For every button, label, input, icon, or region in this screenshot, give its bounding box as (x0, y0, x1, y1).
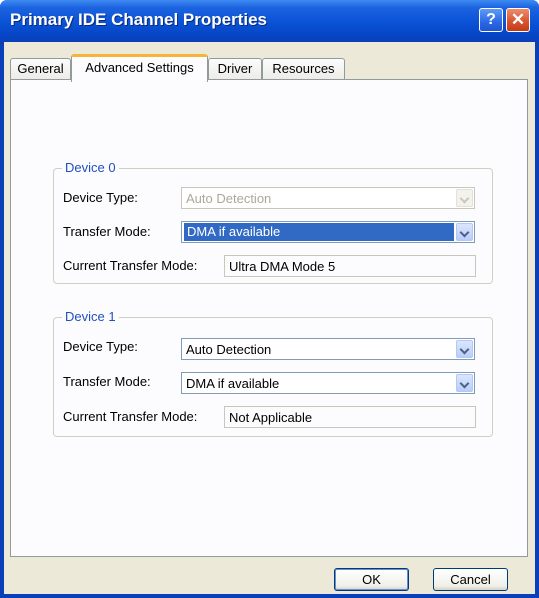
device-1-transfer-mode-select[interactable]: DMA if available (181, 372, 475, 394)
help-icon[interactable]: ? (479, 8, 503, 32)
device-1-current-mode-field: Not Applicable (224, 406, 476, 428)
tab-driver[interactable]: Driver (208, 58, 262, 80)
device-0-current-mode-value: Ultra DMA Mode 5 (229, 259, 336, 274)
device-1-transfer-mode-value: DMA if available (186, 376, 280, 391)
chevron-down-icon (456, 189, 473, 207)
cancel-button[interactable]: Cancel (433, 568, 508, 591)
tab-strip: General Advanced Settings Driver Resourc… (10, 54, 530, 82)
window-title: Primary IDE Channel Properties (10, 10, 267, 29)
device-1-group: Device 1 Device Type: Auto Detection Tra… (53, 309, 493, 437)
device-1-current-mode-label: Current Transfer Mode: (63, 409, 198, 424)
advanced-settings-panel: Device 0 Device Type: Auto Detection Tra… (10, 79, 528, 557)
device-1-device-type-label: Device Type: (63, 339, 138, 354)
tab-general[interactable]: General (10, 58, 71, 80)
device-0-current-mode-label: Current Transfer Mode: (63, 258, 198, 273)
device-1-transfer-mode-label: Transfer Mode: (63, 374, 151, 389)
device-0-transfer-mode-label: Transfer Mode: (63, 224, 151, 239)
device-0-current-mode-field: Ultra DMA Mode 5 (224, 255, 476, 277)
device-0-transfer-mode-value: DMA if available (184, 223, 454, 241)
device-0-group: Device 0 Device Type: Auto Detection Tra… (53, 160, 493, 284)
chevron-down-icon[interactable] (456, 374, 473, 392)
device-1-device-type-value: Auto Detection (186, 342, 272, 357)
device-1-current-mode-value: Not Applicable (229, 410, 313, 425)
device-1-device-type-select[interactable]: Auto Detection (181, 338, 475, 360)
close-icon[interactable]: ✕ (506, 8, 530, 32)
device-0-transfer-mode-select[interactable]: DMA if available (181, 221, 475, 243)
dialog-client-area: General Advanced Settings Driver Resourc… (4, 42, 535, 594)
chevron-down-icon[interactable] (456, 223, 473, 241)
tab-advanced-settings[interactable]: Advanced Settings (71, 54, 208, 82)
device-0-title: Device 0 (62, 160, 119, 176)
title-bar[interactable]: Primary IDE Channel Properties ? ✕ (0, 0, 539, 42)
properties-dialog: Primary IDE Channel Properties ? ✕ Gener… (0, 0, 539, 598)
chevron-down-icon[interactable] (456, 340, 473, 358)
device-0-device-type-select: Auto Detection (181, 187, 475, 209)
ok-button[interactable]: OK (334, 568, 409, 591)
tab-resources[interactable]: Resources (262, 58, 345, 80)
device-1-title: Device 1 (62, 309, 119, 325)
device-0-device-type-value: Auto Detection (186, 191, 272, 206)
device-0-device-type-label: Device Type: (63, 190, 138, 205)
